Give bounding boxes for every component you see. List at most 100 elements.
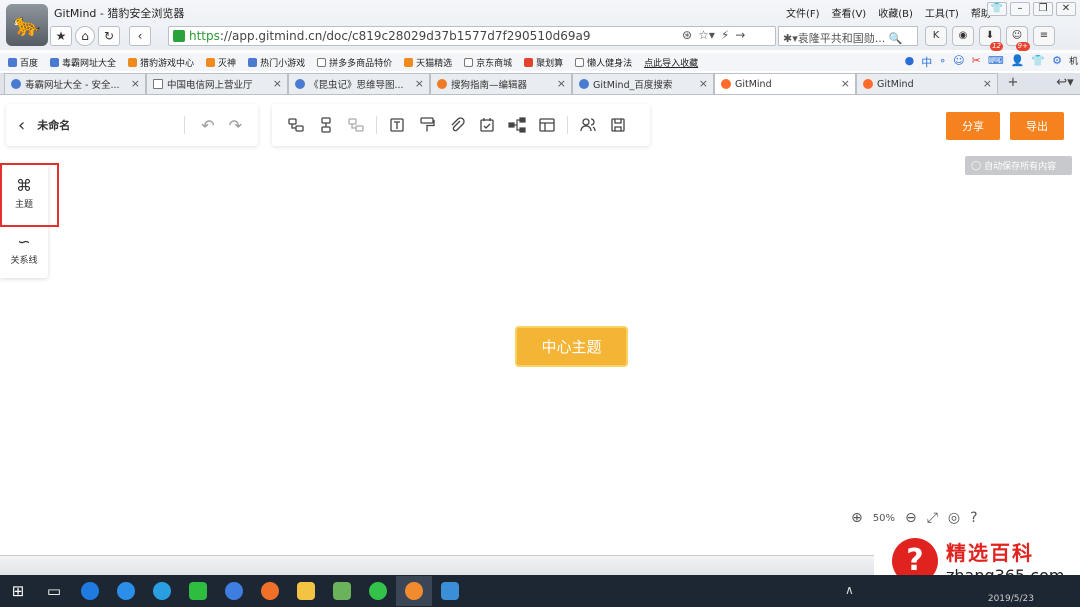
scissors-icon[interactable]: ✂: [972, 54, 981, 70]
keyboard-icon[interactable]: ⌨: [988, 54, 1004, 70]
bookmark-star-icon[interactable]: ☆▾: [698, 28, 715, 42]
back-icon[interactable]: ‹: [129, 26, 151, 46]
export-button[interactable]: 导出: [1010, 112, 1064, 140]
text-style-icon[interactable]: [387, 115, 407, 135]
refresh-icon[interactable]: ↻: [98, 26, 120, 46]
locate-icon[interactable]: ◎: [948, 510, 960, 526]
new-tab-button[interactable]: +: [998, 73, 1028, 94]
bookmark-item[interactable]: 灭神: [206, 56, 236, 69]
tab-close-icon[interactable]: ×: [841, 77, 850, 90]
tab-item[interactable]: 毒霸网址大全 - 安全... ×: [4, 73, 146, 94]
favorite-star-icon[interactable]: ★: [50, 26, 72, 46]
kingsoft-icon[interactable]: [216, 576, 252, 606]
attachment-icon[interactable]: [447, 115, 467, 135]
menu-bookmarks[interactable]: 收藏(B): [878, 5, 913, 20]
search-box[interactable]: ✱▾袁隆平共和国勋... 🔍: [778, 26, 918, 46]
editor-toolbar: [272, 104, 650, 146]
download-icon[interactable]: ⬇ 12: [979, 26, 1003, 51]
undo-icon[interactable]: ↶: [201, 116, 214, 135]
collaborators-icon[interactable]: [578, 115, 598, 135]
wechat-icon[interactable]: [360, 576, 396, 606]
zoom-out-icon[interactable]: ⊖: [905, 510, 917, 526]
bookmark-item[interactable]: 聚划算: [524, 56, 563, 69]
skin-icon[interactable]: 👕: [987, 2, 1007, 16]
windows-start-icon[interactable]: ⊞: [0, 576, 36, 606]
tab-close-icon[interactable]: ×: [557, 77, 566, 90]
fit-screen-icon[interactable]: ⤢: [927, 510, 938, 526]
settings-gear-icon[interactable]: ⚙: [1052, 54, 1062, 70]
zoom-in-icon[interactable]: ⊕: [851, 510, 863, 526]
tab-item[interactable]: GitMind ×: [856, 73, 998, 94]
paw-icon: [295, 79, 305, 89]
window-app-icon[interactable]: [432, 576, 468, 606]
smile-icon[interactable]: ☺: [953, 54, 964, 70]
sidebar-item-relation-line[interactable]: ∽ 关系线: [0, 232, 48, 266]
menu-view[interactable]: 查看(V): [832, 5, 867, 20]
bookmark-item[interactable]: 天猫精选: [404, 56, 452, 69]
chinese-input-icon[interactable]: 中: [921, 54, 932, 70]
dots-icon[interactable]: ∘: [939, 54, 946, 70]
menu-tools[interactable]: 工具(T): [925, 5, 959, 20]
qq-icon[interactable]: ●: [905, 54, 915, 70]
tab-close-icon[interactable]: ×: [131, 77, 140, 90]
user-icon[interactable]: 👤: [1011, 54, 1025, 70]
tab-item[interactable]: 搜狗指南—编辑器 ×: [430, 73, 572, 94]
add-sibling-node-icon[interactable]: [316, 115, 336, 135]
compat-mode-icon[interactable]: ⊛: [682, 28, 692, 42]
center-topic-node[interactable]: 中心主题: [515, 326, 628, 367]
bookmark-item[interactable]: 懒人健身法: [575, 56, 632, 69]
structure-icon[interactable]: [507, 115, 527, 135]
save-icon[interactable]: [608, 115, 628, 135]
game-icon[interactable]: ☺ 9+: [1006, 26, 1030, 51]
image-viewer-icon[interactable]: [324, 576, 360, 606]
redo-icon[interactable]: ↷: [229, 116, 242, 135]
forward-icon[interactable]: →: [735, 28, 745, 42]
help-icon[interactable]: ?: [970, 510, 977, 526]
tab-item[interactable]: 《昆虫记》思维导图... ×: [288, 73, 430, 94]
sogou-browser-icon[interactable]: [108, 576, 144, 606]
add-child-node-icon[interactable]: [286, 115, 306, 135]
share-button[interactable]: 分享: [946, 112, 1000, 140]
shirt-icon[interactable]: 👕: [1031, 54, 1045, 70]
minimize-button[interactable]: –: [1010, 2, 1030, 16]
cheetah-browser-icon[interactable]: [396, 576, 432, 606]
lightning-icon[interactable]: ⚡: [721, 28, 729, 42]
tab-history-icon[interactable]: ↩▾: [1050, 73, 1080, 94]
task-view-icon[interactable]: ▭: [36, 576, 72, 606]
bookmark-item[interactable]: 百度: [8, 56, 38, 69]
tab-close-icon[interactable]: ×: [273, 77, 282, 90]
notes-icon[interactable]: [288, 576, 324, 606]
tray-expand-icon[interactable]: ∧: [845, 583, 854, 597]
bookmark-item[interactable]: 猎豹游戏中心: [128, 56, 194, 69]
tab-close-icon[interactable]: ×: [983, 77, 992, 90]
edge-icon[interactable]: [72, 576, 108, 606]
add-parent-node-icon[interactable]: [346, 115, 366, 135]
home-icon[interactable]: ⌂: [75, 26, 95, 46]
bookmark-item[interactable]: 京东商城: [464, 56, 512, 69]
tab-item[interactable]: 中国电信网上营业厅 ×: [146, 73, 288, 94]
more-menu-icon[interactable]: ≡: [1033, 26, 1055, 46]
tab-close-icon[interactable]: ×: [699, 77, 708, 90]
shield-icon[interactable]: ◉: [952, 26, 974, 46]
menu-file[interactable]: 文件(F): [786, 5, 820, 20]
ie-icon[interactable]: [144, 576, 180, 606]
task-calendar-icon[interactable]: [477, 115, 497, 135]
page-icon: [575, 57, 585, 67]
bookmark-item[interactable]: 热门小游戏: [248, 56, 305, 69]
tab-item[interactable]: GitMind_百度搜索 ×: [572, 73, 714, 94]
back-arrow-icon[interactable]: ‹: [18, 115, 25, 136]
iqiyi-icon[interactable]: [180, 576, 216, 606]
layout-panel-icon[interactable]: [537, 115, 557, 135]
document-title[interactable]: 未命名: [37, 117, 70, 133]
firefox-icon[interactable]: [252, 576, 288, 606]
restore-button[interactable]: ❐: [1033, 2, 1053, 16]
bookmark-item[interactable]: 毒霸网址大全: [50, 56, 116, 69]
k-extension-icon[interactable]: K: [925, 26, 947, 46]
tab-close-icon[interactable]: ×: [415, 77, 424, 90]
close-window-button[interactable]: ✕: [1056, 2, 1076, 16]
tab-item-active[interactable]: GitMind ×: [714, 73, 856, 94]
bookmark-item[interactable]: 点此导入收藏: [644, 56, 698, 69]
format-painter-icon[interactable]: [417, 115, 437, 135]
bookmark-item[interactable]: 拼多多商品特价: [317, 56, 392, 69]
search-icon[interactable]: 🔍: [889, 32, 903, 45]
